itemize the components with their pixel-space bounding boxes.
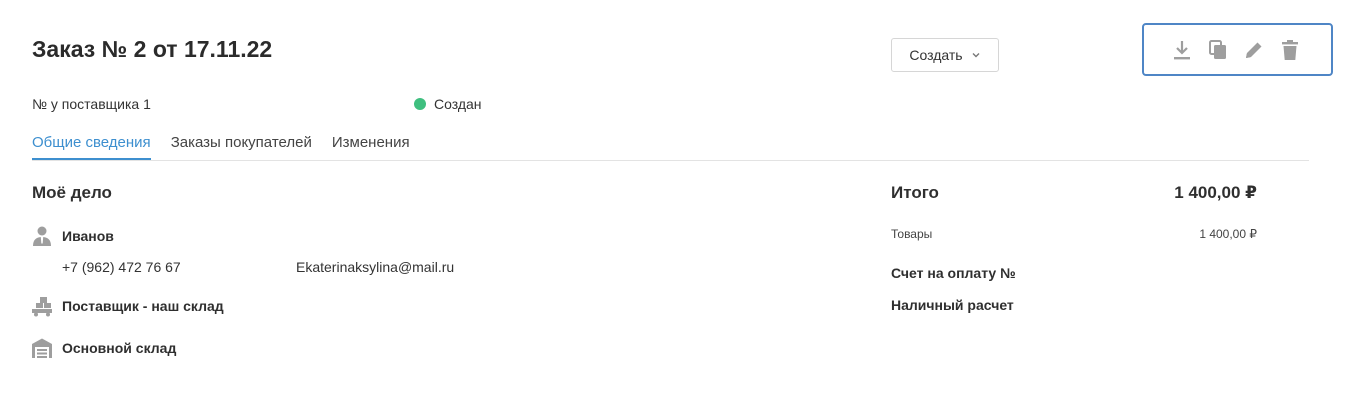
supplier-truck-icon (31, 295, 53, 317)
download-icon[interactable] (1171, 39, 1193, 61)
warehouse-icon (31, 337, 53, 359)
status-badge: Создан (414, 96, 482, 112)
payment-method: Наличный расчет (891, 297, 1014, 313)
status-dot (414, 98, 426, 110)
tab-divider (32, 160, 1309, 161)
goods-value: 1 400,00 ₽ (1199, 227, 1257, 241)
contact-phone: +7 (962) 472 76 67 (62, 259, 181, 275)
create-button-label: Создать (909, 47, 963, 63)
supplier-name: Поставщик - наш склад (62, 298, 224, 314)
status-label: Создан (434, 96, 482, 112)
total-value: 1 400,00 ₽ (1174, 183, 1257, 202)
create-dropdown-button[interactable]: Создать (891, 38, 999, 72)
chevron-down-icon (971, 50, 981, 60)
contact-name: Иванов (62, 228, 114, 244)
copy-icon[interactable] (1207, 39, 1229, 61)
delete-icon[interactable] (1279, 39, 1301, 61)
person-icon (31, 225, 53, 247)
tab-bar: Общие сведения Заказы покупателей Измене… (32, 134, 410, 160)
edit-icon[interactable] (1243, 39, 1265, 61)
goods-label: Товары (891, 227, 933, 241)
tab-changes[interactable]: Изменения (332, 134, 410, 160)
page-title: Заказ № 2 от 17.11.22 (32, 36, 273, 62)
tab-customer-orders[interactable]: Заказы покупателей (171, 134, 312, 160)
contact-email: Ekaterinaksylina@mail.ru (296, 259, 455, 275)
supplier-number: № у поставщика 1 (32, 96, 151, 112)
warehouse-name: Основной склад (62, 340, 177, 356)
tab-general[interactable]: Общие сведения (32, 134, 151, 160)
action-toolbar (1142, 23, 1333, 76)
invoice-label: Счет на оплату № (891, 265, 1016, 281)
total-label: Итого (891, 183, 939, 202)
organization-title: Моё дело (32, 183, 112, 202)
